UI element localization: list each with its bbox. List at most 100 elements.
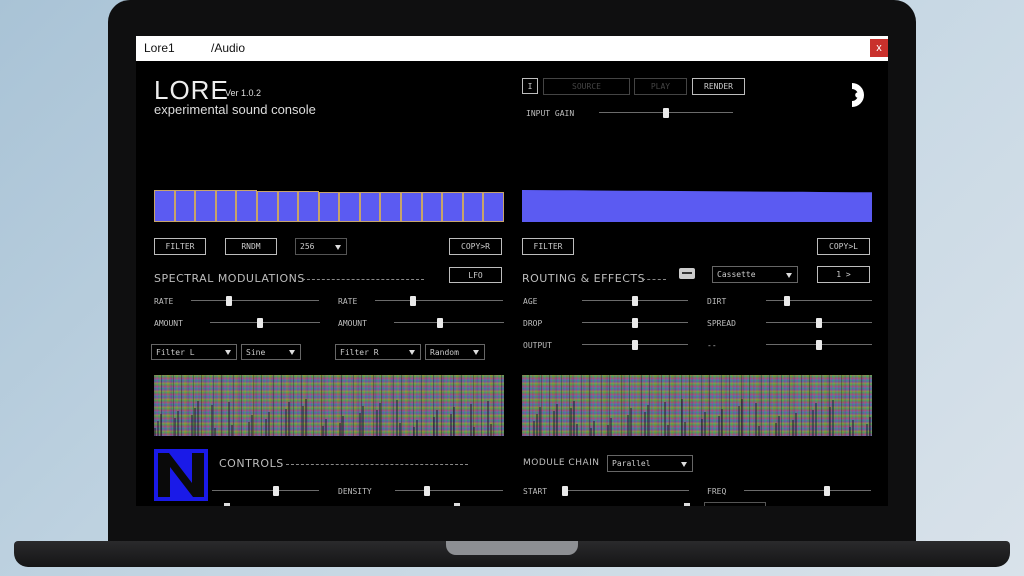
- slider-thumb[interactable]: [256, 318, 263, 328]
- filter-band-bar[interactable]: [277, 190, 299, 222]
- app-subtitle: experimental sound console: [154, 102, 316, 117]
- chevron-down-icon: [681, 461, 687, 467]
- slider-thumb[interactable]: [632, 318, 638, 328]
- filter-band-bar[interactable]: [154, 189, 175, 222]
- lfo-button[interactable]: LFO: [449, 267, 502, 283]
- effect-preset-select[interactable]: Cassette: [712, 266, 798, 283]
- start-slider[interactable]: [562, 486, 689, 496]
- spread-label: SPREAD: [707, 319, 736, 328]
- filter-band-bar[interactable]: [401, 192, 422, 222]
- left-rate-slider[interactable]: [191, 296, 319, 306]
- close-button[interactable]: x: [870, 39, 888, 57]
- chevron-down-icon: [786, 272, 792, 278]
- slider-thumb[interactable]: [410, 296, 417, 306]
- routing-toggle-icon[interactable]: [679, 268, 695, 279]
- right-filter-button[interactable]: FILTER: [522, 238, 574, 255]
- filter-band-bar[interactable]: [380, 192, 402, 222]
- window-titlebar[interactable]: Lore1 /Audio x: [136, 36, 888, 61]
- filter-band-bar[interactable]: [359, 191, 381, 222]
- left-rate-label: RATE: [154, 297, 174, 306]
- slider-thumb[interactable]: [784, 296, 791, 306]
- play-button[interactable]: PLAY: [634, 78, 687, 95]
- right-spectrogram: [522, 375, 872, 436]
- info-button[interactable]: I: [522, 78, 538, 94]
- start-label: START: [523, 487, 548, 496]
- extra-label: --: [707, 341, 717, 350]
- app-version: Ver 1.0.2: [225, 88, 262, 98]
- right-rate-label: RATE: [338, 297, 358, 306]
- n-overlay-badge: [154, 449, 208, 501]
- filter-band-bar[interactable]: [318, 191, 340, 222]
- right-filter-select[interactable]: Filter R: [335, 344, 421, 360]
- controls-section-title: CONTROLS: [219, 457, 284, 470]
- module-chain-select[interactable]: Parallel: [607, 455, 693, 472]
- output-label: OUTPUT: [523, 341, 552, 350]
- slider-thumb[interactable]: [437, 318, 444, 328]
- filter-band-bar[interactable]: [421, 192, 443, 222]
- left-filter-display[interactable]: [154, 189, 504, 222]
- left-filter-button[interactable]: FILTER: [154, 238, 206, 255]
- filter-band-bar[interactable]: [298, 191, 319, 222]
- render-button[interactable]: RENDER: [692, 78, 745, 95]
- output-slider[interactable]: [582, 340, 688, 350]
- chevron-down-icon: [289, 350, 295, 355]
- slider-thumb[interactable]: [226, 296, 233, 306]
- right-rate-slider[interactable]: [375, 296, 503, 306]
- slider-thumb[interactable]: [816, 340, 822, 350]
- brand-logo-icon: [852, 83, 864, 107]
- slider-thumb[interactable]: [424, 486, 431, 496]
- slider-thumb[interactable]: [273, 486, 280, 496]
- input-gain-slider[interactable]: [599, 108, 733, 118]
- slider-thumb[interactable]: [816, 318, 822, 328]
- right-amount-label: AMOUNT: [338, 319, 367, 328]
- filter-band-bar[interactable]: [256, 190, 278, 222]
- filter-band-bar[interactable]: [174, 189, 196, 222]
- clipped-thumb: [684, 503, 690, 506]
- copy-left-button[interactable]: COPY>L: [817, 238, 870, 255]
- left-rndm-button[interactable]: RNDM: [225, 238, 277, 255]
- filter-band-bar[interactable]: [195, 189, 216, 222]
- left-spectrogram: [154, 375, 504, 436]
- right-filter-display[interactable]: [522, 189, 872, 222]
- age-slider[interactable]: [582, 296, 688, 306]
- slider-thumb[interactable]: [632, 340, 638, 350]
- left-filter-select[interactable]: Filter L: [151, 344, 237, 360]
- drop-slider[interactable]: [582, 318, 688, 328]
- slider-track: [395, 490, 503, 491]
- right-wave-select[interactable]: Random: [425, 344, 485, 360]
- filter-band-bar[interactable]: [462, 191, 484, 222]
- dirt-slider[interactable]: [766, 296, 872, 306]
- spread-slider[interactable]: [766, 318, 872, 328]
- slider-thumb[interactable]: [632, 296, 638, 306]
- routing-page-button[interactable]: 1 >: [817, 266, 870, 283]
- left-amount-slider[interactable]: [210, 318, 320, 328]
- filter-band-bar[interactable]: [339, 191, 360, 222]
- filter-band-bar[interactable]: [236, 190, 257, 222]
- left-wave-select[interactable]: Sine: [241, 344, 301, 360]
- freq-slider[interactable]: [744, 486, 871, 496]
- routing-divider: [642, 279, 666, 280]
- copy-right-button[interactable]: COPY>R: [449, 238, 502, 255]
- left-amount-label: AMOUNT: [154, 319, 183, 328]
- slider-thumb[interactable]: [562, 486, 568, 496]
- dirt-label: DIRT: [707, 297, 727, 306]
- filter-band-bar[interactable]: [215, 190, 237, 222]
- slider-track: [565, 490, 689, 491]
- chevron-down-icon: [409, 350, 415, 355]
- right-amount-slider[interactable]: [394, 318, 504, 328]
- density-slider[interactable]: [395, 486, 503, 496]
- source-button[interactable]: SOURCE: [543, 78, 630, 95]
- filter-band-bar[interactable]: [483, 191, 504, 222]
- slider-track: [766, 300, 872, 301]
- left-size-select[interactable]: 256: [295, 238, 347, 255]
- slider-thumb[interactable]: [823, 486, 830, 496]
- window-title: Lore1: [144, 41, 175, 55]
- window-path: /Audio: [211, 41, 246, 55]
- p-slider[interactable]: [212, 486, 319, 496]
- slider-thumb[interactable]: [663, 108, 669, 118]
- left-size-value: 256: [300, 242, 315, 251]
- extra-slider[interactable]: [766, 340, 872, 350]
- n-letter-icon: [158, 453, 204, 497]
- filter-band-bar[interactable]: [442, 192, 463, 222]
- chevron-down-icon: [473, 350, 479, 355]
